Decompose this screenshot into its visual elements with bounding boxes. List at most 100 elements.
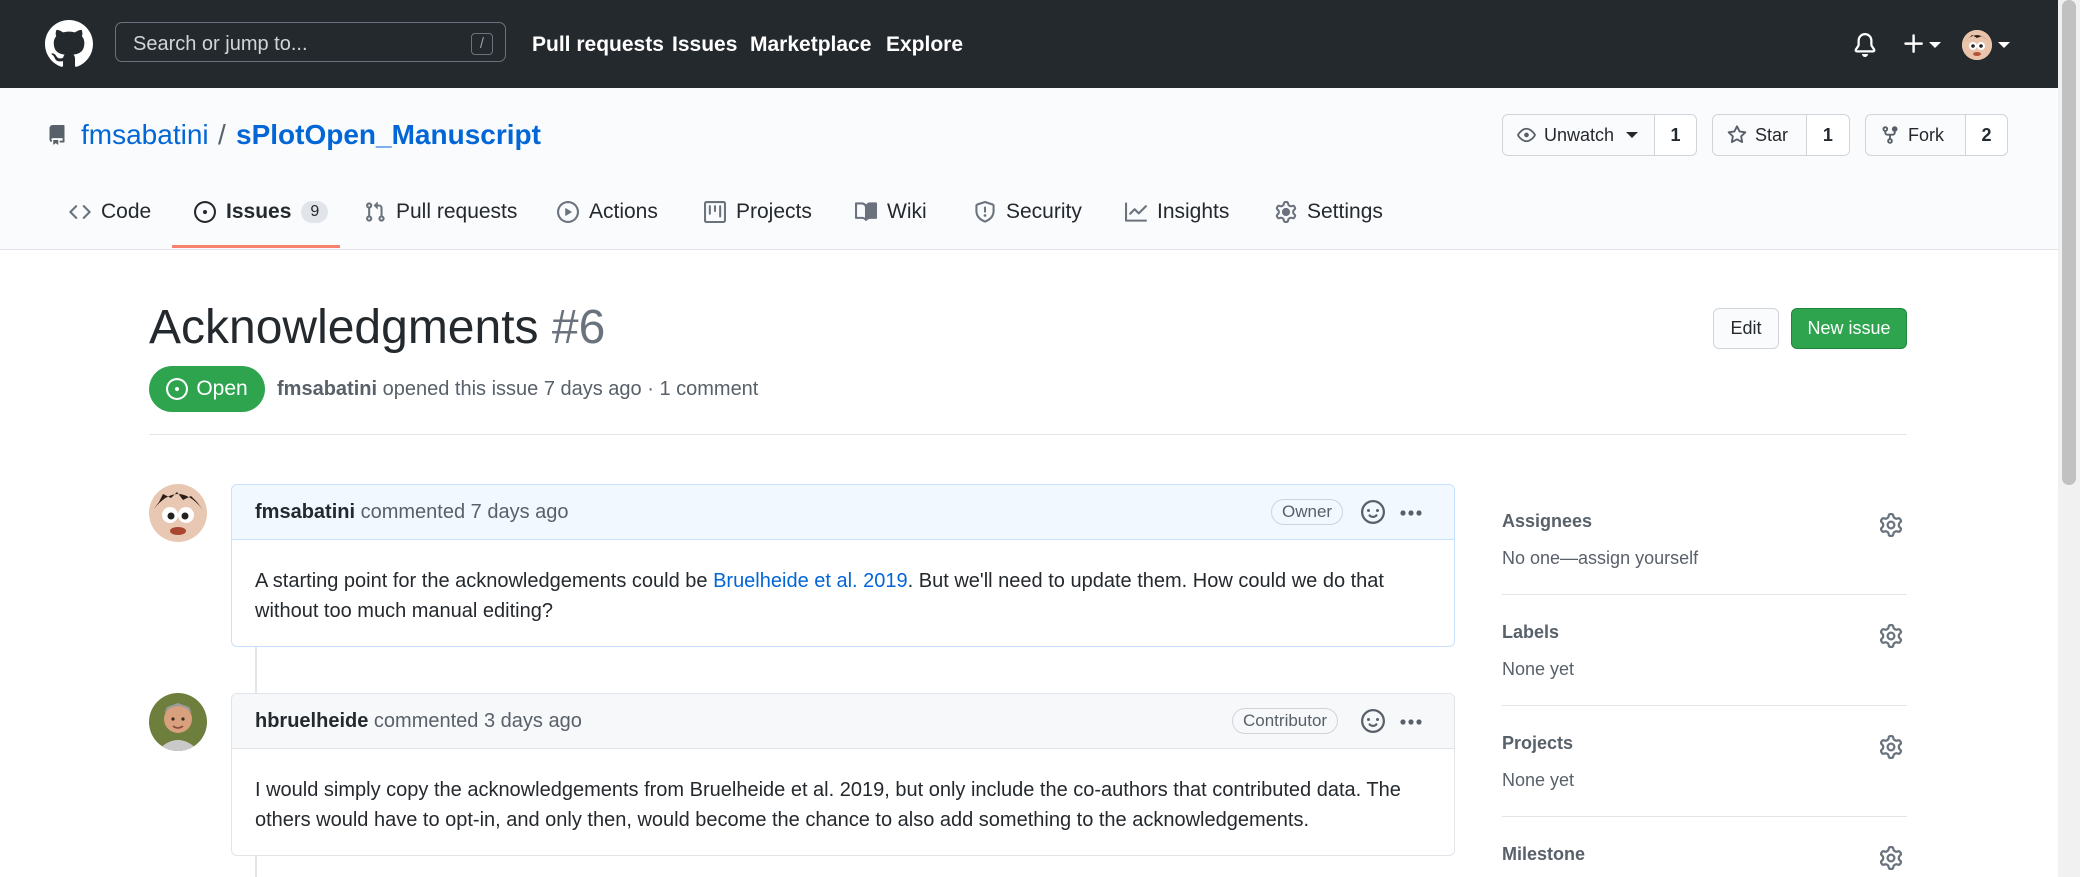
tab-wiki-label: Wiki (887, 200, 927, 223)
tab-code-label: Code (101, 200, 152, 223)
gear-icon (1275, 201, 1297, 223)
comment-author-avatar[interactable] (149, 484, 207, 542)
fork-button-group: Fork 2 (1865, 114, 2008, 156)
tab-settings[interactable]: Settings (1275, 200, 1383, 224)
author-role-badge: Owner (1271, 499, 1344, 525)
sidebar-assignees: Assignees No one—assign yourself (1502, 511, 1907, 569)
comment-body: A starting point for the acknowledgement… (232, 540, 1454, 648)
comment-author-avatar[interactable] (149, 693, 207, 751)
gear-icon[interactable] (1879, 846, 1903, 870)
book-icon (855, 202, 877, 221)
smiley-icon[interactable] (1361, 709, 1385, 733)
tab-security-label: Security (1006, 200, 1082, 223)
header-divider (149, 434, 1907, 435)
eye-icon (1517, 127, 1536, 143)
repo-icon (49, 125, 65, 145)
star-button[interactable]: Star (1713, 115, 1807, 155)
sidebar-assignees-value[interactable]: No one—assign yourself (1502, 548, 1907, 569)
comment-box: hbruelheide commented 3 days ago Contrib… (231, 693, 1455, 856)
comment-timestamp[interactable]: commented 3 days ago (374, 710, 582, 732)
new-issue-button[interactable]: New issue (1791, 308, 1907, 349)
user-avatar[interactable] (1962, 30, 1992, 60)
comment-header-text: fmsabatini commented 7 days ago (255, 501, 569, 524)
sidebar-assignees-title[interactable]: Assignees (1502, 511, 1907, 532)
smiley-icon[interactable] (1361, 500, 1385, 524)
tab-wiki[interactable]: Wiki (855, 200, 927, 224)
star-icon (1727, 125, 1747, 144)
issue-opened-icon (194, 201, 216, 223)
comment-timestamp[interactable]: commented 7 days ago (361, 501, 569, 523)
sidebar-labels-title[interactable]: Labels (1502, 622, 1907, 643)
fork-label: Fork (1908, 124, 1944, 145)
sidebar-projects-title[interactable]: Projects (1502, 733, 1907, 754)
issue-opened-icon (166, 378, 189, 400)
stargazers-count[interactable]: 1 (1806, 115, 1849, 155)
watchers-count[interactable]: 1 (1655, 115, 1696, 155)
kebab-horizontal-icon[interactable] (1399, 509, 1423, 517)
play-icon (557, 201, 579, 223)
sidebar-milestone-title[interactable]: Milestone (1502, 844, 1907, 865)
code-icon (69, 205, 91, 219)
tab-projects[interactable]: Projects (704, 200, 812, 224)
tab-issues-label: Issues (226, 200, 292, 223)
tab-actions[interactable]: Actions (557, 200, 658, 224)
comment-header-text: hbruelheide commented 3 days ago (255, 710, 582, 733)
graph-icon (1125, 202, 1147, 222)
comment-body-link[interactable]: Bruelheide et al. 2019 (713, 570, 908, 592)
edit-title-button[interactable]: Edit (1713, 308, 1779, 349)
issue-author-link[interactable]: fmsabatini (277, 378, 377, 400)
sidebar-labels-value: None yet (1502, 659, 1575, 679)
nav-issues[interactable]: Issues (672, 33, 737, 57)
issue-state-badge: Open (149, 366, 265, 412)
github-logo-icon[interactable] (45, 20, 93, 68)
tab-pull-requests[interactable]: Pull requests (364, 200, 517, 224)
create-new-caret-icon[interactable] (1929, 42, 1941, 48)
search-placeholder: Search or jump to... (133, 33, 308, 55)
comment-box: fmsabatini commented 7 days ago Owner A … (231, 484, 1455, 647)
tab-issues[interactable]: Issues 9 (194, 200, 329, 224)
gear-icon[interactable] (1879, 735, 1903, 759)
repo-path-separator: / (218, 119, 226, 150)
timeline-line (255, 647, 257, 693)
comment-header: hbruelheide commented 3 days ago Contrib… (232, 694, 1454, 749)
watch-button-group: Unwatch 1 (1502, 114, 1697, 156)
gear-icon[interactable] (1879, 513, 1903, 537)
tab-insights-label: Insights (1157, 200, 1230, 223)
sidebar-milestone: Milestone (1502, 844, 1907, 870)
shield-icon (975, 201, 995, 223)
notifications-bell-icon[interactable] (1853, 32, 1877, 58)
user-menu-caret-icon[interactable] (1998, 42, 2010, 48)
search-shortcut-hint: / (471, 33, 493, 55)
project-icon (704, 201, 726, 223)
tab-insights[interactable]: Insights (1125, 200, 1229, 224)
sidebar-labels: Labels None yet (1502, 622, 1907, 680)
create-new-plus-icon[interactable] (1901, 30, 1927, 58)
star-button-group: Star 1 (1712, 114, 1850, 156)
page-scrollbar-thumb[interactable] (2062, 0, 2076, 485)
comment-header: fmsabatini commented 7 days ago Owner (232, 485, 1454, 540)
gear-icon[interactable] (1879, 624, 1903, 648)
comment-body: I would simply copy the acknowledgements… (255, 779, 1401, 831)
tab-security[interactable]: Security (974, 200, 1082, 224)
repo-owner-link[interactable]: fmsabatini (81, 119, 209, 151)
sidebar-divider (1502, 816, 1907, 817)
author-role-badge: Contributor (1232, 708, 1339, 734)
kebab-horizontal-icon[interactable] (1399, 718, 1423, 726)
sidebar-divider (1502, 705, 1907, 706)
repo-name-link[interactable]: sPlotOpen_Manuscript (236, 119, 541, 151)
fork-button[interactable]: Fork (1866, 115, 1966, 155)
sidebar-projects: Projects None yet (1502, 733, 1907, 791)
nav-pull-requests[interactable]: Pull requests (532, 33, 664, 57)
comment-author-link[interactable]: hbruelheide (255, 710, 368, 732)
unwatch-button[interactable]: Unwatch (1503, 115, 1655, 155)
tab-code[interactable]: Code (69, 200, 151, 224)
issue-title-text: Acknowledgments (149, 301, 539, 354)
issue-state-label: Open (196, 377, 248, 400)
nav-explore[interactable]: Explore (886, 33, 963, 57)
forks-count[interactable]: 2 (1966, 115, 2007, 155)
pull-request-icon (366, 201, 385, 222)
issue-title: Acknowledgments #6 (149, 300, 605, 355)
fork-icon (1882, 126, 1898, 144)
nav-marketplace[interactable]: Marketplace (750, 33, 871, 57)
comment-author-link[interactable]: fmsabatini (255, 501, 355, 523)
